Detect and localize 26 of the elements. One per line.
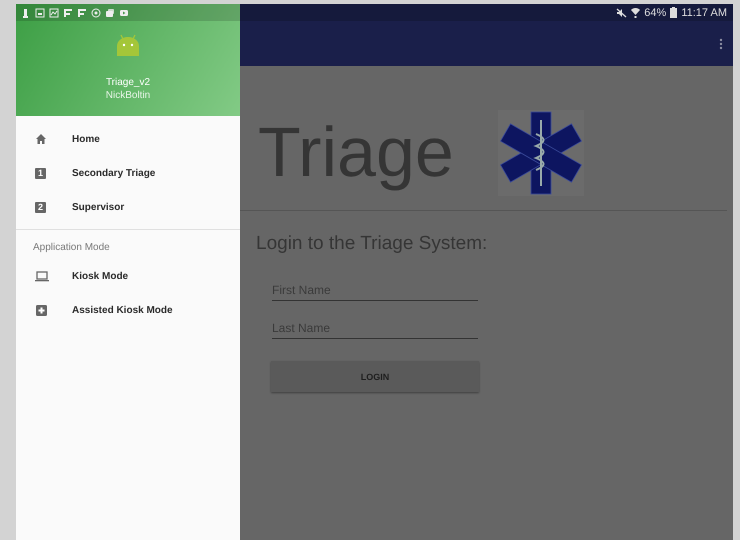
- menu-item[interactable]: 2 Supervisor: [16, 190, 240, 224]
- notification-icon: [35, 8, 45, 18]
- app-name: Triage_v2: [106, 77, 150, 88]
- mute-icon: [616, 8, 628, 18]
- notification-icon: [77, 8, 87, 18]
- section-title: Application Mode: [32, 241, 111, 255]
- overflow-menu-icon[interactable]: [719, 38, 723, 50]
- menu-item[interactable]: Kiosk Mode: [16, 259, 240, 293]
- user-name: NickBoltin: [106, 90, 150, 101]
- android-icon: [115, 34, 141, 56]
- notification-icon: [119, 8, 129, 18]
- battery-icon: [670, 7, 678, 18]
- home-icon: [35, 132, 49, 146]
- notification-icon: [49, 8, 59, 18]
- laptop-icon: [35, 270, 49, 282]
- menu-item[interactable]: Home: [16, 122, 240, 156]
- menu-item[interactable]: Assisted Kiosk Mode: [16, 293, 240, 327]
- notification-icon: [21, 8, 31, 18]
- clock: 11:17 AM: [681, 6, 727, 18]
- wifi-icon: [631, 7, 640, 18]
- number-icon: 2: [35, 202, 46, 212]
- number-icon: 1: [35, 168, 46, 178]
- plus-box-icon: [35, 304, 49, 316]
- battery-percent: 64%: [644, 6, 666, 18]
- notification-icon: [63, 8, 73, 18]
- menu-item[interactable]: 1 Secondary Triage: [16, 156, 240, 190]
